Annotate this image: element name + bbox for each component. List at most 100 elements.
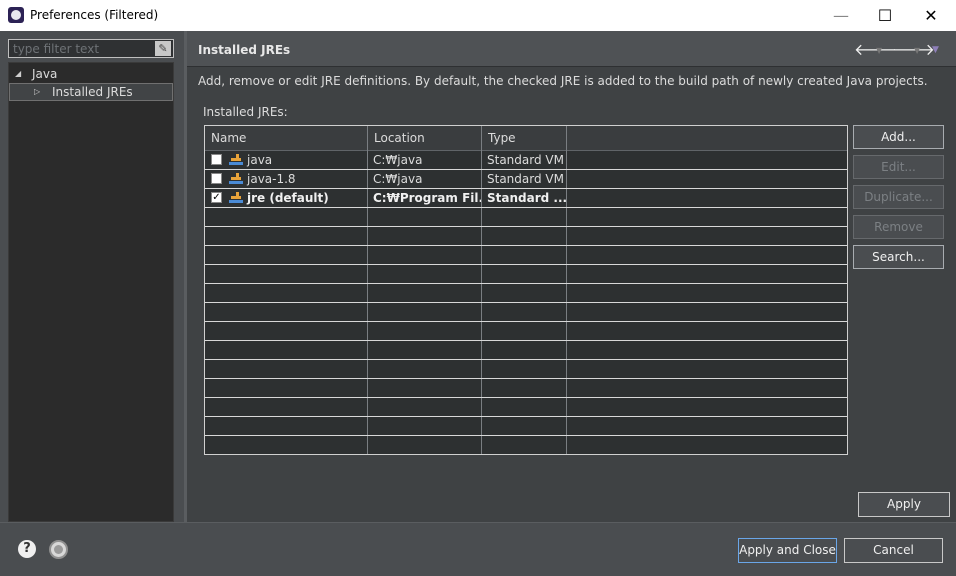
page-title: Installed JREs (198, 43, 291, 57)
preferences-nav-panel: type filter text ✎ ◢ Java ▷ Installed JR… (0, 31, 184, 522)
empty-table-row (205, 341, 847, 360)
name-cell: java (205, 151, 368, 169)
duplicate-button[interactable]: Duplicate... (853, 185, 944, 209)
empty-cell (205, 341, 368, 359)
search-button[interactable]: Search... (853, 245, 944, 269)
empty-cell (482, 246, 567, 264)
jre-type: Standard VM (482, 170, 567, 188)
empty-table-row (205, 227, 847, 246)
empty-cell (205, 208, 368, 226)
empty-cell (368, 284, 482, 302)
empty-cell (368, 227, 482, 245)
empty-cell (205, 436, 368, 454)
preference-page: Installed JREs 🡐 ▼ 🡒 ▼ ▼ Add, remove or … (187, 31, 956, 522)
column-header-location[interactable]: Location (368, 126, 482, 151)
empty-cell (205, 379, 368, 397)
empty-cell (368, 436, 482, 454)
table-row[interactable]: java C:₩java Standard VM (205, 151, 847, 170)
empty-cell (482, 398, 567, 416)
tree-item-java[interactable]: ◢ Java (9, 65, 173, 83)
empty-cell (205, 303, 368, 321)
column-header-type[interactable]: Type (482, 126, 567, 151)
jre-location: C:₩Program Fil... (368, 189, 482, 207)
eraser-icon[interactable]: ✎ (155, 41, 171, 56)
empty-table-row (205, 360, 847, 379)
empty-cell (368, 360, 482, 378)
table-caption: Installed JREs: (203, 105, 288, 119)
empty-cell (482, 208, 567, 226)
empty-cell (482, 265, 567, 283)
apply-button[interactable]: Apply (858, 492, 950, 517)
installed-jres-table[interactable]: Name Location Type java C:₩java Standard… (204, 125, 848, 455)
back-dropdown-icon[interactable]: ▼ (876, 46, 882, 55)
empty-cell (482, 360, 567, 378)
page-description: Add, remove or edit JRE definitions. By … (198, 74, 928, 88)
tree-item-label: Java (32, 67, 58, 81)
collapse-triangle-icon[interactable]: ◢ (15, 69, 21, 78)
maximize-button[interactable]: ☐ (862, 0, 908, 31)
table-row[interactable]: ✓ jre (default) C:₩Program Fil... Standa… (205, 189, 847, 208)
checkbox[interactable] (211, 154, 222, 165)
empty-cell (482, 436, 567, 454)
view-menu-icon[interactable]: ▼ (932, 45, 939, 55)
apply-and-close-button[interactable]: Apply and Close (738, 538, 837, 563)
empty-table-row (205, 436, 847, 454)
tree-item-installed-jres[interactable]: ▷ Installed JREs (9, 83, 173, 101)
empty-cell (205, 246, 368, 264)
empty-cell (368, 246, 482, 264)
jre-icon (229, 192, 243, 204)
remove-button[interactable]: Remove (853, 215, 944, 239)
empty-table-row (205, 303, 847, 322)
empty-cell (205, 284, 368, 302)
jre-type: Standard VM (482, 151, 567, 169)
edit-button[interactable]: Edit... (853, 155, 944, 179)
empty-cell (482, 417, 567, 435)
checkbox[interactable] (211, 173, 222, 184)
help-icon[interactable]: ? (18, 540, 36, 558)
empty-cell (482, 284, 567, 302)
empty-table-row (205, 265, 847, 284)
minimize-button[interactable]: — (818, 0, 864, 31)
empty-cell (368, 417, 482, 435)
column-header-name[interactable]: Name (205, 126, 368, 151)
cancel-button[interactable]: Cancel (844, 538, 943, 563)
empty-cell (205, 360, 368, 378)
filter-placeholder: type filter text (13, 42, 100, 56)
empty-cell (368, 208, 482, 226)
jre-location: C:₩java (368, 170, 482, 188)
close-button[interactable]: ✕ (908, 0, 954, 31)
table-header: Name Location Type (205, 126, 847, 151)
empty-table-row (205, 284, 847, 303)
empty-cell (368, 303, 482, 321)
forward-dropdown-icon[interactable]: ▼ (914, 46, 920, 55)
window-title: Preferences (Filtered) (30, 8, 159, 22)
empty-cell (368, 265, 482, 283)
empty-cell (368, 322, 482, 340)
name-cell: ✓ jre (default) (205, 189, 368, 207)
empty-table-row (205, 208, 847, 227)
eclipse-app-icon (8, 7, 24, 23)
empty-cell (205, 322, 368, 340)
add-button[interactable]: Add... (853, 125, 944, 149)
empty-cell (368, 379, 482, 397)
jre-location: C:₩java (368, 151, 482, 169)
empty-cell (205, 398, 368, 416)
empty-cell (482, 227, 567, 245)
checkbox[interactable]: ✓ (211, 192, 222, 203)
jre-type: Standard ... (482, 189, 567, 207)
empty-table-row (205, 379, 847, 398)
empty-cell (482, 379, 567, 397)
jre-icon (229, 154, 243, 166)
table-row[interactable]: java-1.8 C:₩java Standard VM (205, 170, 847, 189)
empty-cell (205, 227, 368, 245)
dialog-footer: ? Apply and Close Cancel (0, 522, 956, 576)
empty-cell (482, 322, 567, 340)
jre-name: java (247, 153, 273, 167)
expand-triangle-icon[interactable]: ▷ (34, 87, 40, 96)
title-bar: Preferences (Filtered) — ☐ ✕ (0, 0, 956, 31)
empty-table-row (205, 322, 847, 341)
preference-recorder-icon[interactable] (49, 540, 68, 559)
empty-cell (482, 303, 567, 321)
filter-input[interactable]: type filter text ✎ (8, 39, 174, 58)
empty-table-row (205, 417, 847, 436)
